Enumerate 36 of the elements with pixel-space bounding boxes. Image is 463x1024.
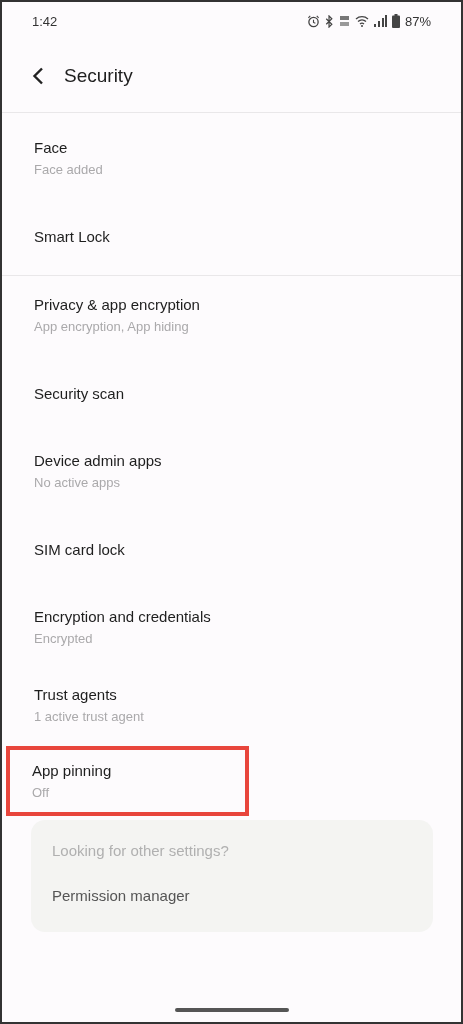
setting-title: Device admin apps bbox=[34, 452, 163, 469]
setting-item[interactable]: Face Face added bbox=[5, 119, 458, 197]
setting-title: Privacy & app encryption bbox=[34, 296, 201, 313]
setting-subtitle: App encryption, App hiding bbox=[34, 319, 190, 334]
wifi-icon bbox=[354, 15, 369, 27]
highlighted-setting-item[interactable]: App pinning Off bbox=[6, 746, 249, 816]
setting-item[interactable]: Smart Lock bbox=[5, 197, 458, 275]
alarm-icon bbox=[306, 14, 320, 28]
bluetooth-icon bbox=[324, 14, 334, 28]
battery-level: 87% bbox=[404, 13, 431, 29]
setting-item[interactable]: Encryption and credentials Encrypted bbox=[5, 588, 458, 666]
setting-subtitle: Face added bbox=[34, 162, 104, 177]
setting-title: App pinning bbox=[32, 762, 113, 779]
setting-subtitle: No active apps bbox=[34, 475, 121, 490]
status-time: 1:42 bbox=[32, 13, 58, 29]
setting-title: Trust agents bbox=[34, 686, 118, 703]
setting-item[interactable]: Security scan bbox=[5, 354, 458, 432]
setting-title: Face bbox=[34, 139, 69, 156]
signal-icon bbox=[373, 15, 387, 27]
setting-title: Security scan bbox=[34, 384, 126, 402]
back-button[interactable] bbox=[32, 66, 46, 86]
setting-item[interactable]: SIM card lock bbox=[5, 510, 458, 588]
battery-icon bbox=[391, 14, 400, 28]
suggestion-link[interactable]: Permission manager bbox=[52, 887, 412, 904]
setting-item[interactable]: Device admin apps No active apps bbox=[5, 432, 458, 510]
volte-icon bbox=[338, 15, 350, 27]
setting-item[interactable]: Trust agents 1 active trust agent bbox=[5, 666, 458, 744]
setting-item[interactable]: Privacy & app encryption App encryption, App hiding bbox=[5, 276, 458, 354]
setting-subtitle: Encrypted bbox=[34, 631, 94, 646]
setting-subtitle: Off bbox=[32, 785, 51, 800]
setting-title: SIM card lock bbox=[34, 540, 126, 558]
setting-title: Encryption and credentials bbox=[34, 608, 212, 625]
page-title: Security bbox=[64, 65, 133, 87]
suggestions-heading: Looking for other settings? bbox=[52, 842, 230, 859]
setting-title: Smart Lock bbox=[34, 227, 111, 245]
setting-subtitle: 1 active trust agent bbox=[34, 709, 145, 724]
